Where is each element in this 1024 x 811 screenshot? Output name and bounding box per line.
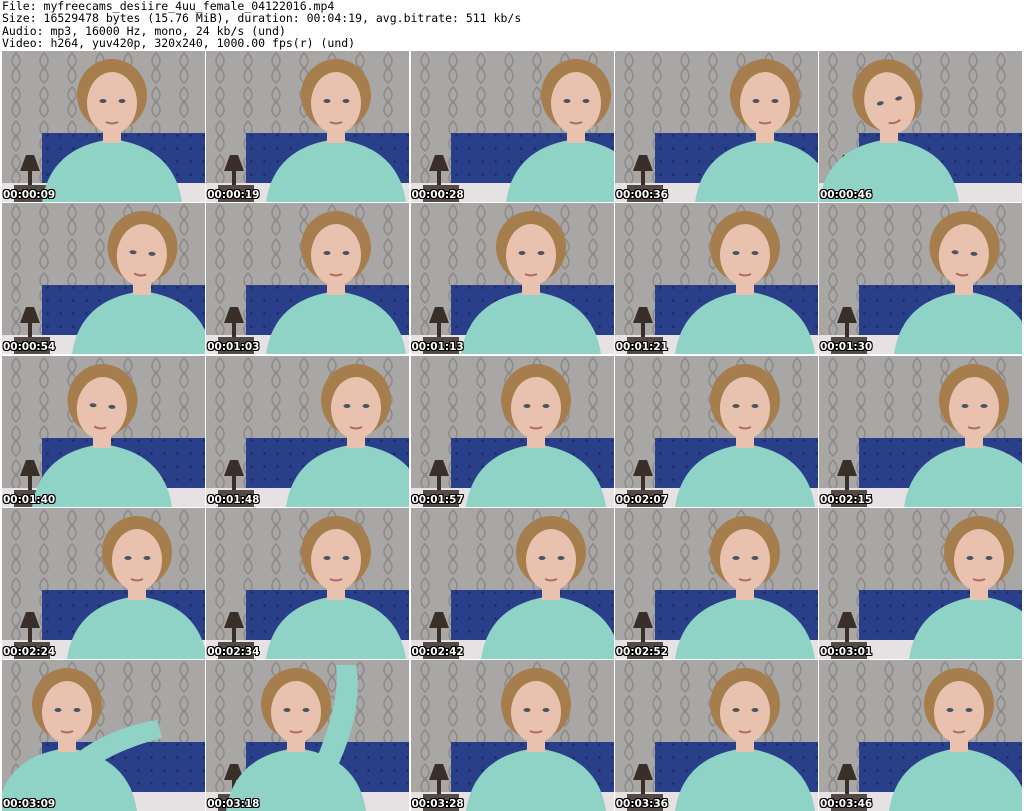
video-thumbnail[interactable]: 00:01:21 bbox=[614, 203, 818, 355]
video-thumbnail[interactable]: 00:01:40 bbox=[2, 355, 205, 507]
video-frame-image bbox=[206, 51, 410, 202]
video-thumbnail[interactable]: 00:03:46 bbox=[819, 660, 1022, 811]
video-frame-image bbox=[819, 51, 1022, 202]
video-thumbnail[interactable]: 00:01:03 bbox=[206, 203, 410, 355]
thumbnail-timestamp: 00:01:13 bbox=[411, 341, 464, 354]
thumbnail-timestamp: 00:00:19 bbox=[207, 189, 260, 201]
thumbnail-timestamp: 00:02:07 bbox=[615, 493, 668, 506]
video-thumbnail[interactable]: 00:02:07 bbox=[614, 355, 818, 507]
video-frame-image bbox=[410, 660, 614, 811]
video-thumbnail[interactable]: 00:02:15 bbox=[819, 355, 1022, 507]
thumbnail-timestamp: 00:02:15 bbox=[820, 493, 873, 506]
thumbnail-grid: 00:00:09 00:00:19 00:00:28 00:00:36 00:0… bbox=[2, 51, 1022, 811]
video-frame-image bbox=[2, 507, 205, 659]
video-frame-image bbox=[819, 507, 1022, 659]
video-frame-image bbox=[206, 355, 410, 507]
video-frame-image bbox=[2, 51, 205, 202]
video-thumbnail[interactable]: 00:01:57 bbox=[410, 355, 614, 507]
video-thumbnail[interactable]: 00:03:18 bbox=[206, 660, 410, 811]
video-thumbnail[interactable]: 00:00:09 bbox=[2, 51, 205, 202]
video-thumbnail[interactable]: 00:02:24 bbox=[2, 507, 205, 659]
thumbnail-timestamp: 00:03:36 bbox=[615, 798, 668, 810]
thumbnail-timestamp: 00:00:09 bbox=[3, 189, 56, 201]
video-thumbnail[interactable]: 00:03:36 bbox=[614, 660, 818, 811]
thumbnail-timestamp: 00:01:30 bbox=[820, 341, 873, 354]
video-frame-image bbox=[2, 203, 205, 355]
video-frame-image bbox=[206, 507, 410, 659]
thumbnail-timestamp: 00:03:28 bbox=[411, 798, 464, 810]
video-thumbnail[interactable]: 00:03:28 bbox=[410, 660, 614, 811]
video-frame-image bbox=[614, 660, 818, 811]
video-frame-image bbox=[410, 51, 614, 202]
thumbnail-timestamp: 00:01:57 bbox=[411, 493, 464, 506]
thumbnail-timestamp: 00:00:46 bbox=[820, 189, 873, 201]
thumbnail-timestamp: 00:02:34 bbox=[207, 645, 260, 658]
thumbnail-timestamp: 00:02:42 bbox=[411, 645, 464, 658]
video-thumbnail[interactable]: 00:02:52 bbox=[614, 507, 818, 659]
thumbnail-timestamp: 00:01:48 bbox=[207, 493, 260, 506]
video-frame-image bbox=[410, 203, 614, 355]
video-frame-image bbox=[206, 203, 410, 355]
video-frame-image bbox=[819, 660, 1022, 811]
video-frame-image bbox=[819, 203, 1022, 355]
thumbnail-timestamp: 00:03:46 bbox=[820, 798, 873, 810]
video-frame-image bbox=[614, 507, 818, 659]
video-thumbnail[interactable]: 00:00:19 bbox=[206, 51, 410, 202]
file-info-header: File: myfreecams_desiire_4uu_female_0412… bbox=[2, 0, 1022, 50]
video-thumbnail[interactable]: 00:02:34 bbox=[206, 507, 410, 659]
video-frame-image bbox=[410, 507, 614, 659]
video-thumbnail[interactable]: 00:01:30 bbox=[819, 203, 1022, 355]
video-thumbnail[interactable]: 00:01:13 bbox=[410, 203, 614, 355]
video-frame-image bbox=[410, 355, 614, 507]
video-thumbnail[interactable]: 00:00:54 bbox=[2, 203, 205, 355]
thumbnail-timestamp: 00:03:09 bbox=[3, 798, 56, 810]
video-thumbnail[interactable]: 00:01:48 bbox=[206, 355, 410, 507]
video-frame-image bbox=[819, 355, 1022, 507]
video-thumbnail[interactable]: 00:00:46 bbox=[819, 51, 1022, 202]
video-frame-image bbox=[2, 355, 205, 507]
video-frame-image bbox=[614, 203, 818, 355]
file-size-line: Size: 16529478 bytes (15.76 MiB), durati… bbox=[2, 11, 522, 26]
thumbnail-timestamp: 00:00:54 bbox=[3, 341, 56, 354]
thumbnail-timestamp: 00:01:40 bbox=[3, 493, 56, 506]
thumbnail-timestamp: 00:02:52 bbox=[615, 645, 668, 658]
thumbnail-timestamp: 00:01:03 bbox=[207, 341, 260, 354]
thumbnail-timestamp: 00:00:36 bbox=[615, 189, 668, 201]
thumbnail-timestamp: 00:00:28 bbox=[411, 189, 464, 201]
video-frame-image bbox=[614, 51, 818, 202]
video-frame-image bbox=[206, 660, 410, 811]
video-frame-image bbox=[2, 660, 205, 811]
thumbnail-timestamp: 00:03:01 bbox=[820, 645, 873, 658]
video-thumbnail[interactable]: 00:03:09 bbox=[2, 660, 205, 811]
video-thumbnail[interactable]: 00:00:28 bbox=[410, 51, 614, 202]
thumbnail-timestamp: 00:01:21 bbox=[615, 341, 668, 354]
video-thumbnail[interactable]: 00:02:42 bbox=[410, 507, 614, 659]
video-frame-image bbox=[614, 355, 818, 507]
video-thumbnail[interactable]: 00:03:01 bbox=[819, 507, 1022, 659]
video-info-line: Video: h264, yuv420p, 320x240, 1000.00 f… bbox=[2, 36, 356, 51]
thumbnail-timestamp: 00:03:18 bbox=[207, 798, 260, 810]
thumbnail-timestamp: 00:02:24 bbox=[3, 645, 56, 658]
video-thumbnail[interactable]: 00:00:36 bbox=[614, 51, 818, 202]
